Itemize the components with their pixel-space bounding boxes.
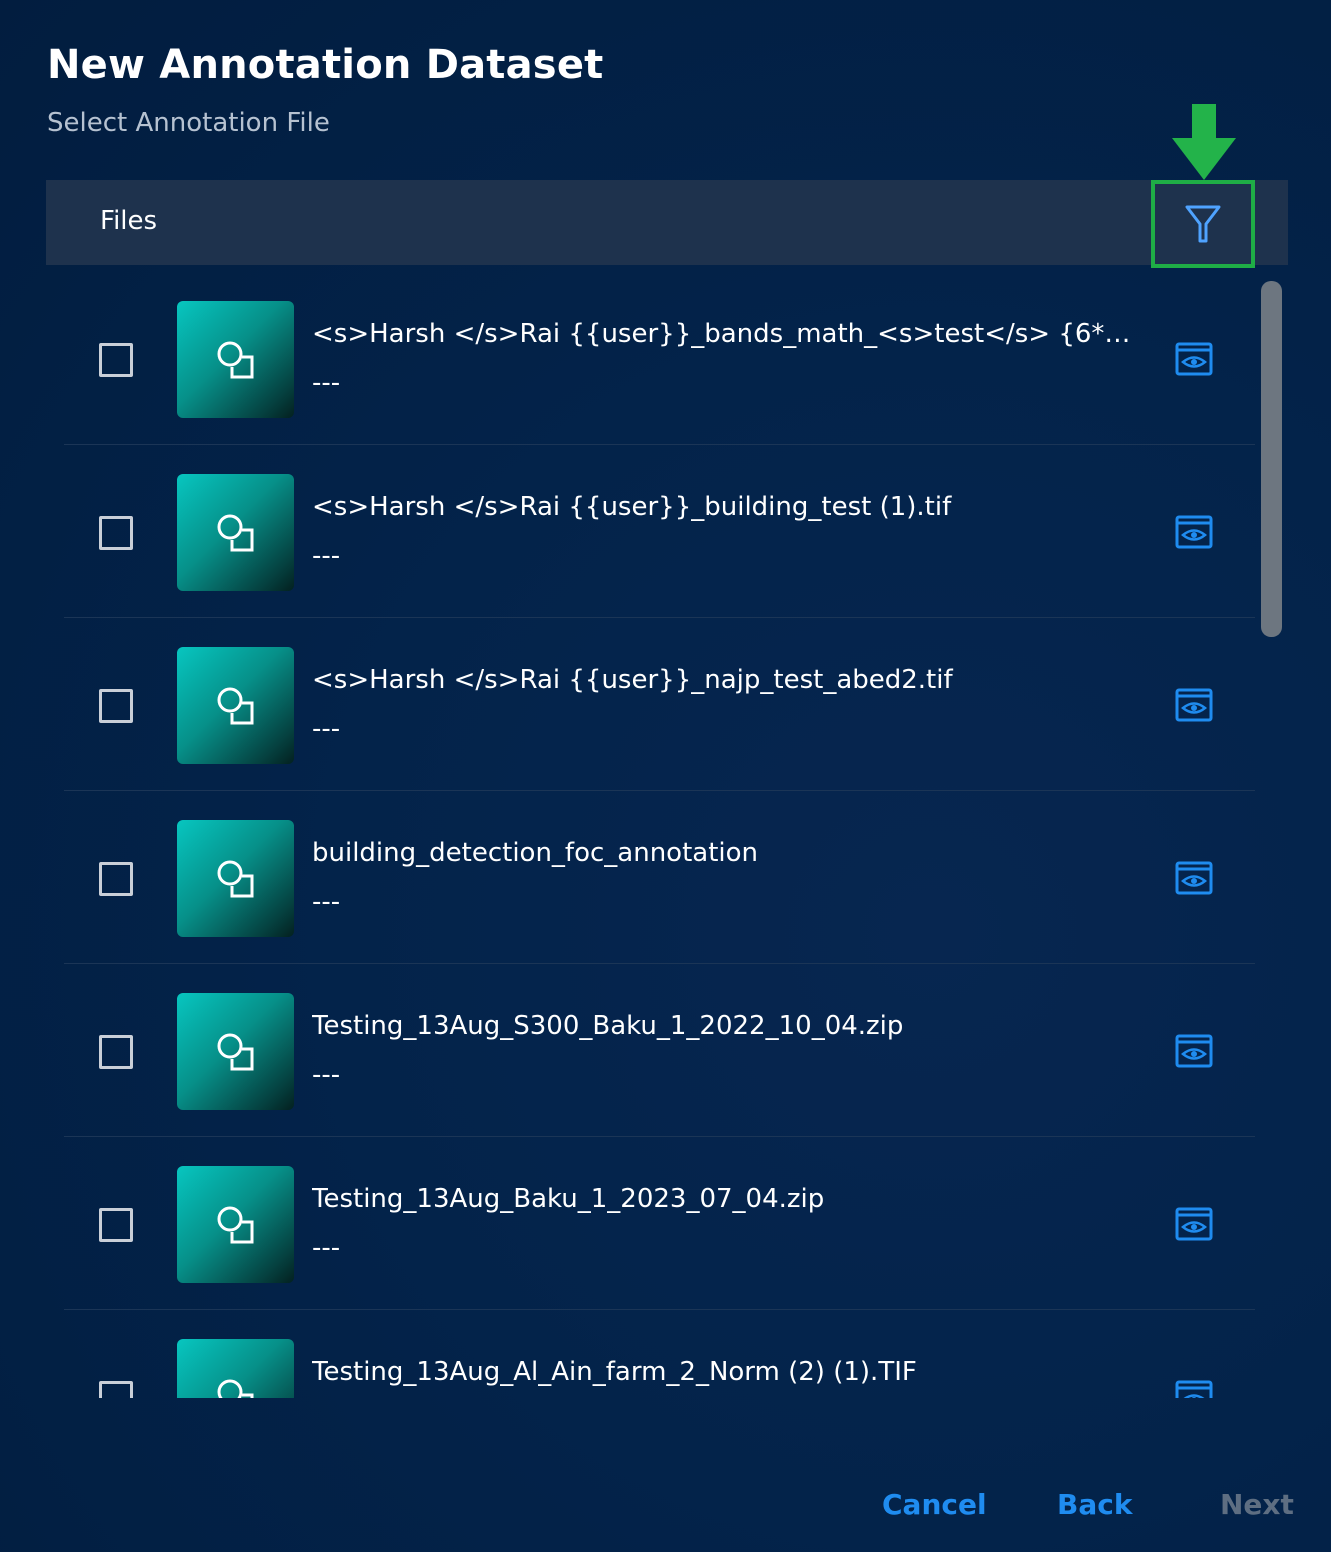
file-checkbox[interactable]: [99, 689, 133, 723]
preview-button[interactable]: [1174, 514, 1214, 550]
preview-button[interactable]: [1174, 341, 1214, 377]
file-name: Testing_13Aug_Baku_1_2023_07_04.zip: [312, 1184, 825, 1214]
preview-button[interactable]: [1174, 687, 1214, 723]
file-thumbnail: [177, 301, 294, 418]
file-name: <s>Harsh </s>Rai {{user}}_building_test …: [312, 492, 952, 522]
shapes-icon: [217, 514, 253, 551]
next-button[interactable]: Next: [1220, 1488, 1294, 1521]
file-meta: ---: [312, 1233, 341, 1263]
file-thumbnail: [177, 820, 294, 937]
file-checkbox[interactable]: [99, 1381, 133, 1398]
file-thumbnail: [177, 647, 294, 764]
shapes-icon: [217, 1379, 253, 1398]
preview-button[interactable]: [1174, 1033, 1214, 1069]
page-title: New Annotation Dataset: [47, 42, 604, 88]
file-name: Testing_13Aug_Al_Ain_farm_2_Norm (2) (1)…: [312, 1357, 917, 1387]
file-checkbox[interactable]: [99, 516, 133, 550]
file-checkbox[interactable]: [99, 1035, 133, 1069]
shapes-icon: [217, 341, 253, 378]
file-row[interactable]: Testing_13Aug_Baku_1_2023_07_04.zip ---: [64, 1137, 1255, 1310]
preview-eye-icon: [1175, 861, 1213, 895]
file-row[interactable]: <s>Harsh </s>Rai {{user}}_najp_test_abed…: [64, 618, 1255, 791]
preview-eye-icon: [1175, 688, 1213, 722]
file-meta: ---: [312, 1060, 341, 1090]
file-checkbox[interactable]: [99, 862, 133, 896]
preview-button[interactable]: [1174, 860, 1214, 896]
list-scrollbar[interactable]: [1261, 281, 1282, 637]
filter-funnel-icon: [1185, 205, 1221, 243]
file-meta: ---: [312, 368, 341, 398]
page-subtitle: Select Annotation File: [47, 108, 330, 138]
preview-button[interactable]: [1174, 1206, 1214, 1242]
shapes-icon: [217, 860, 253, 897]
files-header: Files: [46, 180, 1288, 268]
files-label: Files: [100, 206, 158, 236]
file-thumbnail: [177, 1339, 294, 1398]
preview-button[interactable]: [1174, 1379, 1214, 1398]
file-checkbox[interactable]: [99, 343, 133, 377]
file-row[interactable]: <s>Harsh </s>Rai {{user}}_building_test …: [64, 445, 1255, 618]
cancel-button[interactable]: Cancel: [882, 1488, 987, 1521]
file-list[interactable]: <s>Harsh </s>Rai {{user}}_bands_math_<s>…: [46, 272, 1288, 1398]
file-name: <s>Harsh </s>Rai {{user}}_bands_math_<s>…: [312, 319, 1142, 349]
preview-eye-icon: [1175, 1207, 1213, 1241]
filter-button[interactable]: [1151, 180, 1255, 268]
file-thumbnail: [177, 1166, 294, 1283]
file-meta: ---: [312, 714, 341, 744]
shapes-icon: [217, 687, 253, 724]
file-thumbnail: [177, 474, 294, 591]
file-name: building_detection_foc_annotation: [312, 838, 759, 868]
file-thumbnail: [177, 993, 294, 1110]
file-row[interactable]: Testing_13Aug_Al_Ain_farm_2_Norm (2) (1)…: [64, 1310, 1255, 1398]
back-button[interactable]: Back: [1057, 1488, 1132, 1521]
green-down-arrow-icon: [1172, 104, 1236, 180]
file-name: Testing_13Aug_S300_Baku_1_2022_10_04.zip: [312, 1011, 904, 1041]
file-meta: ---: [312, 541, 341, 571]
shapes-icon: [217, 1206, 253, 1243]
shapes-icon: [217, 1033, 253, 1070]
file-meta: ---: [312, 887, 341, 917]
file-row[interactable]: building_detection_foc_annotation ---: [64, 791, 1255, 964]
preview-eye-icon: [1175, 515, 1213, 549]
file-row[interactable]: <s>Harsh </s>Rai {{user}}_bands_math_<s>…: [64, 272, 1255, 445]
file-row[interactable]: Testing_13Aug_S300_Baku_1_2022_10_04.zip…: [64, 964, 1255, 1137]
file-checkbox[interactable]: [99, 1208, 133, 1242]
preview-eye-icon: [1175, 342, 1213, 376]
file-name: <s>Harsh </s>Rai {{user}}_najp_test_abed…: [312, 665, 953, 695]
preview-eye-icon: [1175, 1380, 1213, 1398]
preview-eye-icon: [1175, 1034, 1213, 1068]
